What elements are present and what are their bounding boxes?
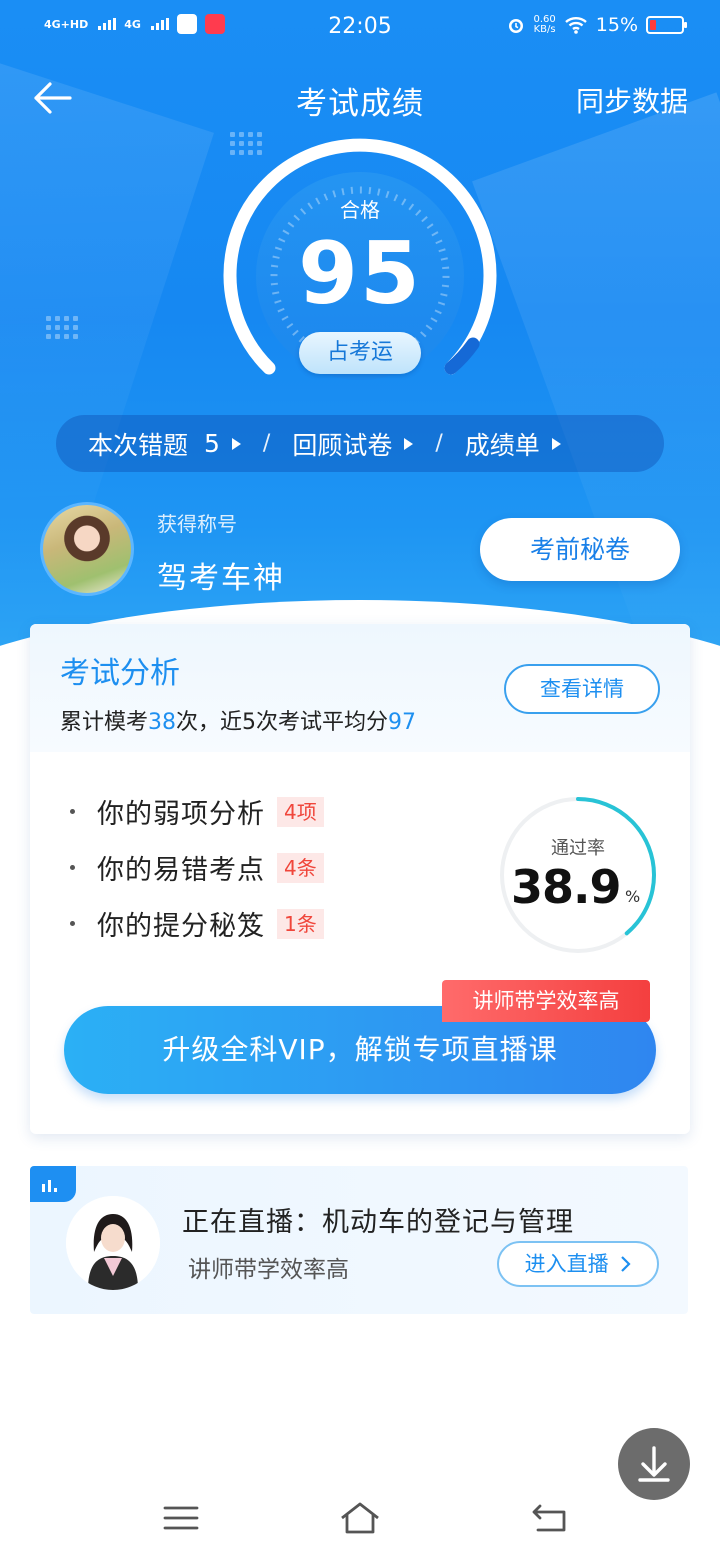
network-speed: 0.60 KB/s: [533, 14, 556, 35]
count-badge: 4条: [277, 852, 324, 883]
wifi-icon: [564, 17, 587, 34]
back-nav-icon[interactable]: [526, 1498, 570, 1538]
live-broadcast-card[interactable]: 正在直播：机动车的登记与管理 讲师带学效率高 进入直播: [30, 1166, 688, 1314]
live-corner-badge: [30, 1166, 76, 1202]
exam-score: 95: [298, 224, 422, 324]
play-arrow-icon: [551, 437, 561, 450]
live-bars-icon: [42, 1180, 57, 1192]
menu-icon[interactable]: [159, 1498, 203, 1538]
average-score: 97: [388, 710, 417, 735]
chevron-right-icon: [621, 1256, 631, 1272]
fortune-button[interactable]: 占考运: [299, 332, 421, 374]
vip-promo-tag: 讲师带学效率高: [442, 980, 650, 1022]
weakness-item[interactable]: 你的弱项分析 4项: [70, 792, 324, 831]
sync-data-button[interactable]: 同步数据: [576, 80, 688, 120]
qualification-label: 合格: [340, 198, 380, 222]
error-prone-item[interactable]: 你的易错考点 4条: [70, 848, 324, 887]
bullet-icon: [70, 921, 75, 926]
review-paper-link[interactable]: 回顾试卷: [292, 426, 414, 462]
earned-title-label: 获得称号: [157, 512, 237, 536]
bullet-icon: [70, 865, 75, 870]
quick-links-bar: 本次错题 5 / 回顾试卷 / 成绩单: [56, 415, 664, 472]
earned-title: 驾考车神: [157, 561, 285, 596]
separator: /: [262, 431, 271, 456]
user-avatar[interactable]: [40, 502, 134, 596]
pass-rate-label: 通过率: [551, 838, 605, 859]
lecturer-avatar: [66, 1196, 160, 1290]
live-subtitle: 讲师带学效率高: [188, 1257, 349, 1283]
report-card-link[interactable]: 成绩单: [465, 426, 561, 462]
wrong-count: 5: [204, 429, 220, 458]
decorative-dots: [46, 316, 78, 339]
exam-analysis-card: 考试分析 累计模考38次，近5次考试平均分97 查看详情 你的弱项分析 4项 你的…: [30, 624, 690, 1134]
count-badge: 4项: [277, 796, 324, 827]
analysis-header: 考试分析 累计模考38次，近5次考试平均分97 查看详情: [30, 624, 690, 752]
exam-count: 38: [148, 710, 177, 735]
wrong-questions-link[interactable]: 本次错题 5: [88, 426, 241, 462]
home-icon[interactable]: [338, 1498, 382, 1538]
count-badge: 1条: [277, 908, 324, 939]
battery-icon: [646, 16, 687, 34]
pass-rate-ring: 通过率 38.9 %: [497, 794, 659, 956]
separator: /: [435, 431, 443, 456]
score-gauge: 合格 95 占考运: [220, 138, 500, 388]
status-bar: 4G+HD 4G 22:05 0.60 KB/s 15%: [0, 0, 720, 56]
analysis-title: 考试分析: [60, 656, 180, 691]
pass-rate-unit: %: [625, 887, 641, 906]
play-arrow-icon: [231, 437, 241, 450]
view-details-button[interactable]: 查看详情: [504, 664, 660, 714]
bullet-icon: [70, 809, 75, 814]
pass-rate-value: 38.9: [511, 860, 621, 914]
play-arrow-icon: [404, 437, 414, 450]
live-title: 正在直播：机动车的登记与管理: [182, 1207, 574, 1238]
analysis-summary: 累计模考38次，近5次考试平均分97: [60, 710, 417, 735]
enter-live-button[interactable]: 进入直播: [497, 1241, 659, 1287]
alarm-icon: [508, 19, 523, 33]
system-navigation-bar: [0, 1480, 720, 1560]
secret-paper-button[interactable]: 考前秘卷: [480, 518, 680, 581]
tips-item[interactable]: 你的提分秘笈 1条: [70, 904, 324, 943]
battery-percent: 15%: [595, 14, 638, 36]
